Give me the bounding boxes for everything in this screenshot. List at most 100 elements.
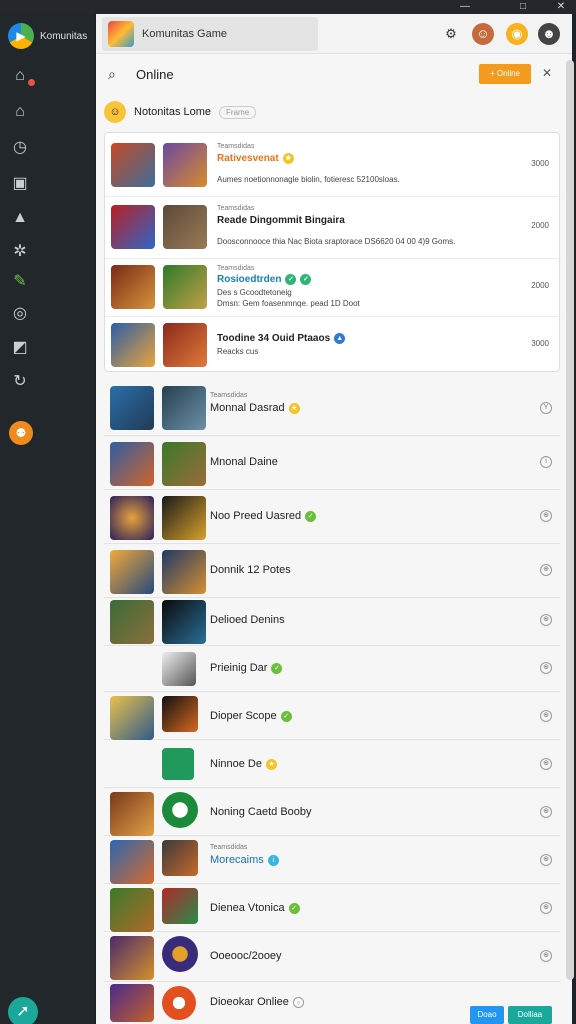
- settings-gear-icon[interactable]: ✲: [10, 242, 30, 262]
- left-rail: ▶ Komunitas ⌂ ⌂ ◷ ▣ ▲ ✲ ✎ ◎ ◩ ↻ ⚉ ➚: [0, 14, 94, 1024]
- featured-row[interactable]: Teamsdidas Rosioedtrden ✓ ✓ Des s Gcoodtet…: [105, 259, 561, 317]
- item-action-icon[interactable]: ⊕: [540, 854, 552, 866]
- game-thumbnail: [110, 696, 154, 740]
- item-action-icon[interactable]: i: [540, 456, 552, 468]
- item-action-icon[interactable]: Y: [540, 402, 552, 414]
- list-item[interactable]: Donnik 12 Potes ⊕: [104, 544, 560, 598]
- game-thumbnail: [162, 696, 198, 732]
- scrollbar[interactable]: [566, 60, 574, 980]
- list-item[interactable]: Teamsdidas Morecaims i ⊕: [104, 836, 560, 884]
- avatar-icon[interactable]: ☺: [472, 23, 494, 45]
- launch-icon[interactable]: ➚: [8, 997, 38, 1024]
- featured-row[interactable]: Teamsdidas Rativesvenat ★ Aumes noetionno…: [105, 133, 561, 197]
- home-icon[interactable]: ⌂: [10, 102, 30, 122]
- close-search-icon[interactable]: ✕: [542, 66, 552, 80]
- refresh-icon[interactable]: ↻: [10, 372, 30, 392]
- list-item-title: Mnonal Daine: [210, 456, 278, 468]
- item-action-icon[interactable]: ⊕: [540, 614, 552, 626]
- minimize-button[interactable]: —: [450, 0, 480, 14]
- game-thumbnail: [110, 442, 154, 486]
- game-thumbnail: [110, 888, 154, 932]
- list-item-title: Delioed Denins: [210, 614, 285, 626]
- lock-badge-icon: ▲: [334, 333, 346, 344]
- bottom-secondary-button[interactable]: Dolliaa: [508, 1006, 552, 1024]
- list-item-title: Noning Caetd Booby: [210, 806, 312, 818]
- list-item[interactable]: Mnonal Daine i: [104, 436, 560, 490]
- check-badge-icon: ✓: [271, 662, 283, 674]
- brand[interactable]: ▶ Komunitas: [8, 20, 94, 52]
- search-label[interactable]: Online: [136, 67, 174, 82]
- close-window-button[interactable]: ✕: [546, 0, 576, 14]
- featured-value: 2000: [531, 221, 549, 230]
- list-item[interactable]: Noo Preed Uasred ✓ ⊕: [104, 490, 560, 544]
- game-thumbnail: [111, 323, 155, 367]
- star-badge-icon: ★: [282, 153, 294, 164]
- list-item-title: Monnal Dasrad ★: [210, 402, 300, 414]
- bottom-primary-button[interactable]: Doao: [470, 1006, 504, 1024]
- list-item-title: Prieinig Dar ✓: [210, 662, 283, 674]
- clock-icon[interactable]: ◷: [10, 138, 30, 158]
- check-badge-icon: ✓: [305, 510, 317, 522]
- item-action-icon[interactable]: ⊕: [540, 662, 552, 674]
- list-item[interactable]: Dioper Scope ✓ ⊕: [104, 692, 560, 740]
- game-thumbnail: [111, 205, 155, 249]
- wrench-icon[interactable]: ✎: [10, 272, 30, 292]
- game-thumbnail: [111, 143, 155, 187]
- game-thumbnail: [163, 265, 207, 309]
- list-item-title: Donnik 12 Potes: [210, 564, 291, 576]
- list-item[interactable]: Ooeooc/2ooey ⊕: [104, 932, 560, 982]
- game-thumbnail: [162, 888, 198, 924]
- item-action-icon[interactable]: ⊕: [540, 902, 552, 914]
- featured-subdesc: Des s Gcoodtetoneig: [217, 288, 292, 297]
- list-item[interactable]: Delioed Denins ⊕: [104, 598, 560, 646]
- game-thumbnail: [162, 652, 196, 686]
- item-action-icon[interactable]: ⊕: [540, 710, 552, 722]
- item-action-icon[interactable]: ⊕: [540, 758, 552, 770]
- list-item[interactable]: Dienea Vtonica ✓ ⊕: [104, 884, 560, 932]
- game-thumbnail: [162, 600, 206, 644]
- game-thumbnail: [110, 984, 154, 1022]
- list-item[interactable]: Noning Caetd Booby ⊕: [104, 788, 560, 836]
- game-thumbnail: [162, 986, 196, 1020]
- section-header: ☺ Notonitas Lome Frame: [104, 100, 304, 124]
- edit-box-icon[interactable]: ◩: [10, 338, 30, 358]
- user-avatar-icon[interactable]: ☻: [538, 23, 560, 45]
- gear-icon[interactable]: ⚙: [440, 23, 462, 45]
- list-item[interactable]: Prieinig Dar ✓ ⊕: [104, 646, 560, 692]
- item-action-icon[interactable]: ⊕: [540, 950, 552, 962]
- featured-value: 3000: [531, 159, 549, 168]
- list-item[interactable]: Teamsdidas Monnal Dasrad ★ Y: [104, 380, 560, 436]
- search-icon[interactable]: ⌕: [108, 66, 116, 83]
- featured-desc: Doosconnooce thia Nac Biota sraptorace D…: [217, 237, 456, 246]
- play-logo-icon: ▶: [8, 23, 34, 49]
- game-thumbnail: [162, 840, 198, 876]
- window-icon[interactable]: ▣: [10, 174, 30, 194]
- home-alert-icon[interactable]: ⌂: [10, 66, 30, 86]
- list-item-title: Ninnoe De ★: [210, 758, 277, 770]
- profile-badge-icon[interactable]: ⚉: [9, 421, 33, 445]
- featured-card: Teamsdidas Rativesvenat ★ Aumes noetionno…: [104, 132, 561, 373]
- add-online-button[interactable]: + Online: [479, 64, 531, 84]
- maximize-button[interactable]: □: [508, 0, 538, 14]
- featured-row[interactable]: Teamsdidas Reade Dingommit Bingaira Doos…: [105, 197, 561, 259]
- featured-title: Rosioedtrden ✓ ✓: [217, 274, 312, 285]
- featured-tag: Teamsdidas: [217, 205, 255, 212]
- list-item-title: Dioper Scope ✓: [210, 710, 292, 722]
- item-action-icon[interactable]: ⊕: [540, 806, 552, 818]
- filter-chip[interactable]: Frame: [219, 105, 257, 119]
- check-badge-icon: ✓: [285, 274, 297, 285]
- coin-icon[interactable]: ◉: [506, 23, 528, 45]
- info-badge-icon: i: [267, 854, 279, 866]
- shop-icon[interactable]: ▲: [10, 208, 30, 228]
- game-thumbnail: [111, 265, 155, 309]
- star-badge-icon: ★: [265, 758, 277, 770]
- item-action-icon[interactable]: ⊕: [540, 564, 552, 576]
- featured-title: Toodine 34 Ouid Ptaaos ▲: [217, 333, 346, 344]
- app-tab[interactable]: Komunitas Game: [102, 17, 318, 51]
- item-action-icon[interactable]: ⊕: [540, 510, 552, 522]
- featured-row[interactable]: Toodine 34 Ouid Ptaaos ▲ Reacks cus 3000: [105, 317, 561, 373]
- globe-icon[interactable]: ◎: [10, 304, 30, 324]
- featured-value: 2000: [531, 281, 549, 290]
- list-item[interactable]: Ninnoe De ★ ⊕: [104, 740, 560, 788]
- notification-dot: [28, 79, 35, 86]
